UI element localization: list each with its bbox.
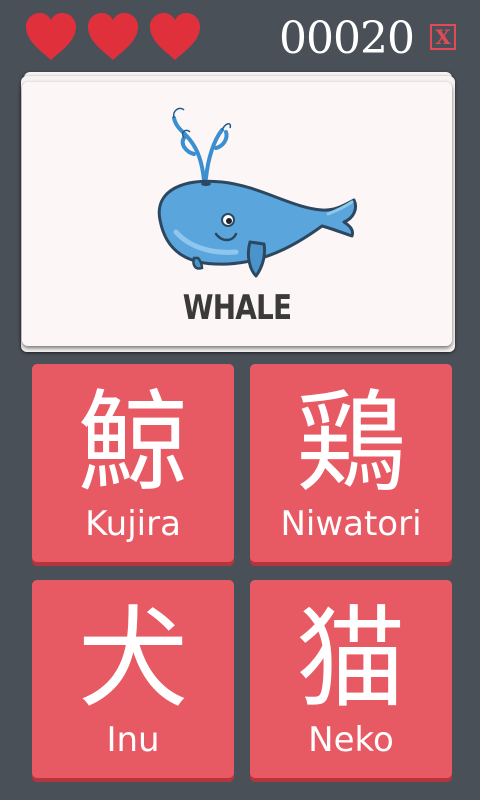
option-romaji: Kujira: [85, 504, 181, 544]
answer-option-niwatori[interactable]: 鶏 Niwatori: [250, 364, 452, 562]
option-romaji: Neko: [308, 720, 394, 760]
flashcard: WHALE: [22, 82, 452, 346]
lives-indicator: [24, 12, 202, 62]
answer-option-inu[interactable]: 犬 Inu: [32, 580, 234, 778]
heart-icon: [86, 12, 140, 62]
card-word-label: WHALE: [182, 288, 292, 328]
answer-option-kujira[interactable]: 鯨 Kujira: [32, 364, 234, 562]
score-counter: 00020: [279, 13, 415, 64]
close-button[interactable]: X: [430, 24, 456, 50]
option-kanji: 鯨: [78, 379, 188, 507]
whale-illustration: [132, 92, 362, 282]
option-kanji: 猫: [296, 595, 406, 723]
flashcard-stack: WHALE: [18, 72, 458, 354]
option-romaji: Niwatori: [280, 504, 422, 544]
answer-option-neko[interactable]: 猫 Neko: [250, 580, 452, 778]
option-romaji: Inu: [106, 720, 160, 760]
heart-icon: [24, 12, 78, 62]
heart-icon: [148, 12, 202, 62]
option-kanji: 鶏: [296, 379, 406, 507]
option-kanji: 犬: [78, 595, 188, 723]
